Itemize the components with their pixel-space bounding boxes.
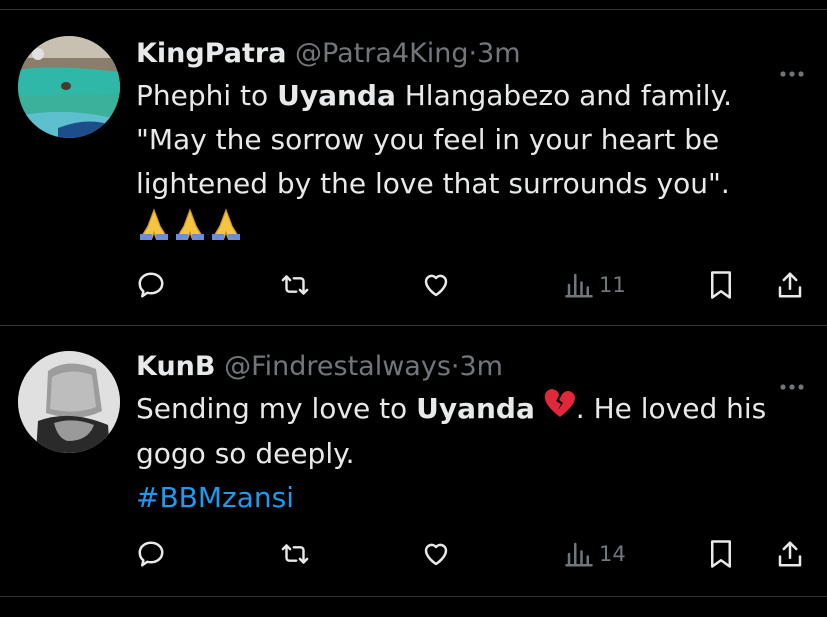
text-segment: Hlangabezo and family.	[395, 79, 733, 112]
share-button[interactable]	[776, 534, 804, 574]
reply-button[interactable]	[136, 534, 166, 574]
like-button[interactable]	[421, 534, 451, 574]
avatar-image	[18, 36, 120, 138]
bookmark-icon	[711, 271, 731, 299]
retweet-button[interactable]	[278, 534, 312, 574]
mention-bold: Uyanda	[277, 79, 396, 112]
share-icon	[778, 272, 802, 298]
display-name[interactable]: KunB	[136, 351, 215, 382]
bookmark-button[interactable]	[708, 534, 734, 574]
views-button[interactable]: 14	[565, 534, 626, 574]
retweet-icon	[281, 544, 309, 564]
folded-hands-icon	[172, 206, 208, 255]
retweet-icon	[281, 275, 309, 295]
broken-heart-icon	[544, 388, 576, 432]
text-line: lightened by the love that surrounds you…	[136, 167, 730, 200]
tweet-actions: 14	[0, 534, 827, 574]
reply-button[interactable]	[136, 265, 166, 305]
separator: ·	[468, 38, 478, 69]
text-segment: Sending my love to	[136, 392, 417, 425]
tweet-header: KunB @Findrestalways·3m	[136, 347, 807, 390]
retweet-button[interactable]	[278, 265, 312, 305]
timestamp[interactable]: 3m	[477, 38, 520, 69]
views-count: 11	[599, 273, 626, 297]
hashtag-link[interactable]: #BBMzansi	[136, 476, 807, 520]
avatar[interactable]	[18, 36, 120, 138]
folded-hands-icon	[208, 206, 244, 255]
tweet-text: Phephi to Uyanda Hlangabezo and family. …	[136, 74, 807, 250]
like-button[interactable]	[421, 265, 451, 305]
handle[interactable]: @Findrestalways	[224, 351, 451, 382]
folded-hands-emoji-row	[136, 206, 807, 250]
views-count: 14	[599, 542, 626, 566]
bookmark-button[interactable]	[708, 265, 734, 305]
more-options-icon[interactable]	[779, 50, 805, 90]
tweet-1[interactable]: KingPatra @Patra4King·3m Phephi to Uyand…	[0, 10, 827, 325]
share-icon	[778, 541, 802, 567]
folded-hands-icon	[136, 206, 172, 255]
bookmark-icon	[711, 540, 731, 568]
mention-bold: Uyanda	[416, 392, 535, 425]
timestamp[interactable]: 3m	[459, 351, 502, 382]
avatar-image	[18, 351, 120, 453]
reply-icon	[138, 272, 164, 298]
views-icon	[565, 273, 593, 298]
heart-icon	[424, 543, 448, 566]
display-name[interactable]: KingPatra	[136, 38, 286, 69]
handle[interactable]: @Patra4King	[295, 38, 468, 69]
avatar[interactable]	[18, 351, 120, 453]
tweet-actions: 11	[0, 265, 827, 305]
more-options-icon[interactable]	[779, 363, 805, 403]
text-segment: . He loved his	[575, 392, 767, 425]
share-button[interactable]	[776, 265, 804, 305]
text-segment: Phephi to	[136, 79, 278, 112]
heart-icon	[424, 274, 448, 297]
tweet-text: Sending my love to Uyanda . He loved his…	[136, 387, 807, 520]
text-line: gogo so deeply.	[136, 437, 355, 470]
tweet-header: KingPatra @Patra4King·3m	[136, 34, 807, 77]
views-button[interactable]: 11	[565, 265, 626, 305]
bottom-divider	[0, 596, 827, 597]
text-line: "May the sorrow you feel in your heart b…	[136, 123, 720, 156]
tweet-2[interactable]: KunB @Findrestalways·3m Sending my love …	[0, 326, 827, 596]
reply-icon	[138, 541, 164, 567]
views-icon	[565, 542, 593, 567]
